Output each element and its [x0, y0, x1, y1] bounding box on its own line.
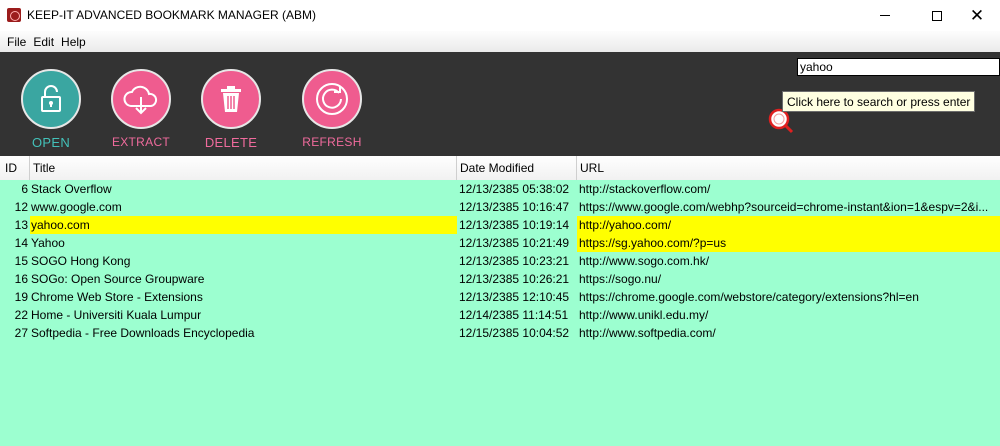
extract-label: EXTRACT: [111, 135, 171, 149]
menu-bar: File Edit Help: [0, 31, 1000, 52]
maximize-icon: [932, 10, 942, 21]
cell-url: http://www.softpedia.com/: [579, 326, 716, 340]
table-header: ID Title Date Modified URL: [0, 156, 1000, 180]
table-row[interactable]: 6 Stack Overflow 12/13/2385 05:38:02 htt…: [0, 180, 1000, 198]
cell-url: http://stackoverflow.com/: [579, 182, 711, 196]
cell-url: http://yahoo.com/: [577, 216, 1000, 234]
open-label: OPEN: [31, 135, 71, 150]
refresh-icon: [302, 69, 362, 129]
cell-id: 12: [14, 200, 28, 214]
cell-id: 16: [14, 272, 28, 286]
cell-date: 12/13/2385 10:21:49: [459, 236, 570, 250]
cell-title: Yahoo: [31, 236, 65, 250]
cell-id: 22: [14, 308, 28, 322]
table-row[interactable]: 16 SOGo: Open Source Groupware 12/13/238…: [0, 270, 1000, 288]
minimize-button[interactable]: [862, 0, 908, 31]
close-button[interactable]: ✕: [954, 0, 1000, 31]
menu-edit[interactable]: Edit: [33, 35, 54, 49]
delete-button[interactable]: DELETE: [201, 69, 261, 150]
cell-title: Home - Universiti Kuala Lumpur: [31, 308, 202, 322]
cell-date: 12/13/2385 10:16:47: [459, 200, 570, 214]
column-header-date-modified[interactable]: Date Modified: [457, 156, 577, 180]
title-bar: KEEP-IT ADVANCED BOOKMARK MANAGER (ABM) …: [0, 0, 1000, 31]
trash-icon: [201, 69, 261, 129]
table-row[interactable]: 22 Home - Universiti Kuala Lumpur 12/14/…: [0, 306, 1000, 324]
cell-id: 19: [14, 290, 28, 304]
cell-date: 12/13/2385 12:10:45: [459, 290, 570, 304]
search-input[interactable]: [797, 58, 1000, 76]
cell-title: Stack Overflow: [31, 182, 112, 196]
table-row[interactable]: 13 yahoo.com 12/13/2385 10:19:14 http://…: [0, 216, 1000, 234]
table-row[interactable]: 15 SOGO Hong Kong 12/13/2385 10:23:21 ht…: [0, 252, 1000, 270]
cell-title: Softpedia - Free Downloads Encyclopedia: [31, 326, 255, 340]
cell-title: www.google.com: [31, 200, 122, 214]
cell-title: SOGO Hong Kong: [31, 254, 131, 268]
unlock-icon: [21, 69, 81, 129]
search-tooltip: Click here to search or press enter: [782, 91, 976, 112]
cell-date: 12/13/2385 10:26:21: [459, 272, 570, 286]
menu-help[interactable]: Help: [61, 35, 86, 49]
cell-date: 12/15/2385 10:04:52: [459, 326, 570, 340]
open-button[interactable]: OPEN: [21, 69, 81, 150]
delete-label: DELETE: [204, 135, 258, 150]
column-header-title[interactable]: Title: [30, 156, 457, 180]
cell-id: 27: [14, 326, 28, 340]
minimize-icon: [880, 15, 890, 16]
refresh-label: REFRESH: [302, 135, 362, 149]
cell-date: 12/13/2385 10:23:21: [459, 254, 570, 268]
column-header-url[interactable]: URL: [577, 156, 1000, 180]
cell-title: SOGo: Open Source Groupware: [31, 272, 205, 286]
cell-url: https://www.google.com/webhp?sourceid=ch…: [579, 200, 989, 214]
cloud-download-icon: [111, 69, 171, 129]
cell-url: http://www.sogo.com.hk/: [579, 254, 710, 268]
cell-title: yahoo.com: [30, 216, 457, 234]
cell-id: 15: [14, 254, 28, 268]
cell-title: Chrome Web Store - Extensions: [31, 290, 203, 304]
column-header-id[interactable]: ID: [0, 156, 30, 180]
extract-button[interactable]: EXTRACT: [111, 69, 171, 149]
cell-date: 12/13/2385 05:38:02: [459, 182, 570, 196]
cell-date: 12/14/2385 11:14:51: [459, 308, 569, 322]
cell-url: https://sg.yahoo.com/?p=us: [577, 234, 1000, 252]
cell-url: https://sogo.nu/: [579, 272, 662, 286]
window-title: KEEP-IT ADVANCED BOOKMARK MANAGER (ABM): [27, 8, 316, 22]
table-row[interactable]: 19 Chrome Web Store - Extensions 12/13/2…: [0, 288, 1000, 306]
cell-id: 6: [21, 182, 28, 196]
cell-id: 13: [14, 218, 28, 232]
cell-url: http://www.unikl.edu.my/: [579, 308, 709, 322]
refresh-button[interactable]: REFRESH: [302, 69, 362, 149]
cell-date: 12/13/2385 10:19:14: [459, 218, 570, 232]
table-row[interactable]: 14 Yahoo 12/13/2385 10:21:49 https://sg.…: [0, 234, 1000, 252]
bookmark-table: 6 Stack Overflow 12/13/2385 05:38:02 htt…: [0, 180, 1000, 446]
menu-file[interactable]: File: [7, 35, 26, 49]
close-icon: ✕: [969, 6, 985, 25]
table-row[interactable]: 27 Softpedia - Free Downloads Encycloped…: [0, 324, 1000, 342]
cell-id: 14: [14, 236, 28, 250]
cell-url: https://chrome.google.com/webstore/categ…: [579, 290, 919, 304]
table-row[interactable]: 12 www.google.com 12/13/2385 10:16:47 ht…: [0, 198, 1000, 216]
app-logo-icon: [7, 8, 21, 22]
